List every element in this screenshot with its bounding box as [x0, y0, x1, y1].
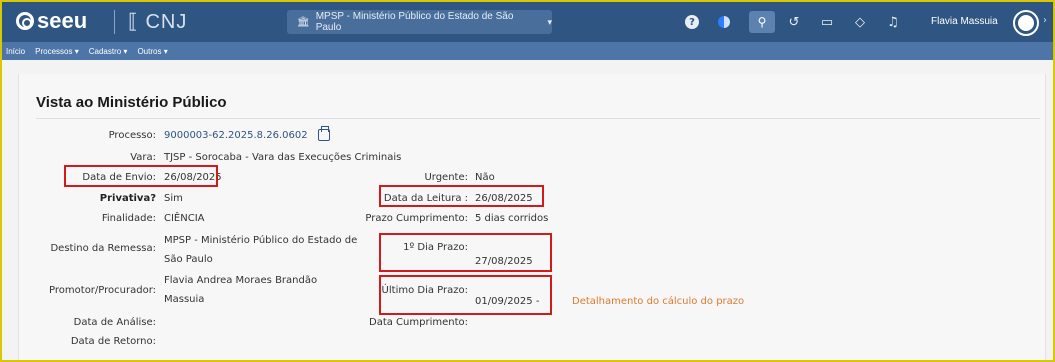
- organization-select-value: MPSP - Ministério Público do Estado de S…: [315, 11, 514, 33]
- processo-label: Processo:: [108, 130, 156, 141]
- privativa-value: Sim: [164, 193, 183, 204]
- avatar-face: [1018, 15, 1034, 31]
- bookmark-icon[interactable]: ▭: [817, 12, 837, 32]
- prazo-value: 5 dias corridos: [475, 213, 549, 224]
- leitura-highlight: [379, 185, 544, 207]
- promotor-value-line1: Flavia Andrea Moraes Brandão: [164, 275, 318, 286]
- destino-value-line2: São Paulo: [164, 254, 213, 265]
- detalhamento-link[interactable]: Detalhamento do cálculo do prazo: [572, 296, 744, 307]
- copy-icon[interactable]: [318, 126, 330, 141]
- vara-label: Vara:: [130, 152, 156, 163]
- menu-outros[interactable]: Outros ▾: [137, 47, 167, 56]
- destino-value-line1: MPSP - Ministério Público do Estado de: [164, 235, 358, 246]
- seeu-logo-text: seeu: [37, 8, 88, 33]
- menu-cadastro[interactable]: Cadastro ▾: [89, 47, 128, 56]
- building-icon: 🏛: [297, 16, 310, 28]
- privativa-label: Privativa?: [99, 193, 156, 204]
- bell-icon[interactable]: ♫: [883, 12, 903, 32]
- menu-cadastro-label: Cadastro: [88, 46, 122, 56]
- processo-link[interactable]: 9000003-62.2025.8.26.0602: [164, 130, 308, 141]
- seeu-logo[interactable]: seeu: [16, 8, 87, 34]
- top-bar: seeu ⟦ CNJ 🏛 MPSP - Ministério Público d…: [2, 2, 1053, 42]
- primeiro-dia-highlight: [379, 233, 552, 272]
- user-name[interactable]: Flavia Massuia: [931, 16, 998, 27]
- help-icon[interactable]: ?: [685, 15, 699, 29]
- seeu-logo-icon: [16, 12, 34, 30]
- vara-value: TJSP - Sorocaba - Vara das Execuções Cri…: [164, 152, 402, 163]
- menu-bar: Início Processos ▾ Cadastro ▾ Outros ▾: [2, 42, 1053, 60]
- finalidade-label: Finalidade:: [101, 213, 156, 224]
- envio-highlight: [64, 165, 218, 187]
- user-menu-chevron-icon[interactable]: ›: [1043, 15, 1047, 26]
- logo-divider: [114, 10, 115, 34]
- promotor-label: Promotor/Procurador:: [49, 285, 156, 296]
- finalidade-value: CIÊNCIA: [164, 213, 205, 224]
- cumprimento-label: Data Cumprimento:: [369, 317, 468, 328]
- search-icon: ⚲: [757, 15, 767, 29]
- menu-processos[interactable]: Processos ▾: [35, 47, 79, 56]
- search-button[interactable]: ⚲: [749, 11, 775, 33]
- menu-inicio[interactable]: Início: [6, 47, 25, 56]
- chevron-down-icon: ▾: [547, 16, 552, 27]
- cnj-logo-icon: ⟦: [128, 11, 139, 33]
- urgente-label: Urgente:: [424, 172, 468, 183]
- tag-icon[interactable]: ◇: [850, 12, 870, 32]
- prazo-label: Prazo Cumprimento:: [365, 213, 468, 224]
- history-icon[interactable]: ↺: [784, 12, 804, 32]
- menu-outros-label: Outros: [137, 46, 162, 56]
- destino-label: Destino da Remessa:: [50, 243, 156, 254]
- page-title: Vista ao Ministério Público: [36, 94, 227, 111]
- user-avatar-icon[interactable]: [1013, 10, 1039, 36]
- retorno-label: Data de Retorno:: [70, 336, 156, 347]
- cnj-logo-text: CNJ: [145, 11, 188, 33]
- ultimo-dia-highlight: [379, 275, 552, 315]
- app-frame: seeu ⟦ CNJ 🏛 MPSP - Ministério Público d…: [0, 0, 1055, 362]
- promotor-value-line2: Massuia: [164, 294, 205, 305]
- menu-processos-label: Processos: [35, 46, 73, 56]
- organization-select[interactable]: 🏛 MPSP - Ministério Público do Estado de…: [287, 10, 552, 34]
- urgente-value: Não: [475, 172, 495, 183]
- cnj-logo: ⟦ CNJ: [128, 9, 187, 34]
- analise-label: Data de Análise:: [73, 317, 156, 328]
- title-divider: [36, 118, 1040, 119]
- theme-toggle-icon[interactable]: [718, 16, 730, 28]
